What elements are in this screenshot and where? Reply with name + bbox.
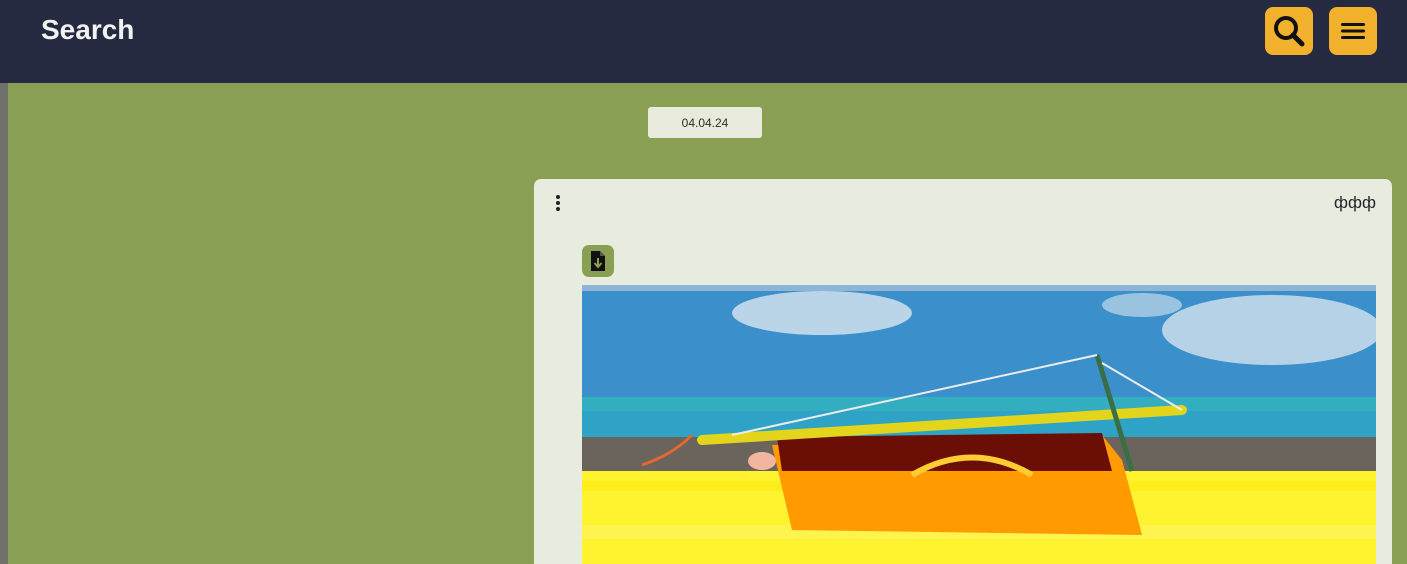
file-download-icon — [591, 251, 605, 271]
download-file-button[interactable] — [582, 245, 614, 277]
hamburger-menu-icon — [1341, 23, 1365, 39]
image-photo — [582, 285, 1376, 564]
kebab-dot — [556, 195, 560, 199]
top-bar: Search — [0, 0, 1407, 83]
menu-button[interactable] — [1329, 7, 1377, 55]
message-card[interactable]: ффф — [534, 179, 1392, 564]
message-options-button[interactable] — [550, 193, 566, 213]
page-title: Search — [41, 14, 135, 45]
kebab-dot — [556, 201, 560, 205]
date-separator: 04.04.24 — [648, 107, 762, 138]
kebab-dot — [556, 207, 560, 211]
search-icon — [1274, 16, 1305, 47]
left-scroll-edge — [0, 83, 8, 564]
message-sender: ффф — [1334, 193, 1376, 212]
message-image[interactable] — [582, 285, 1376, 564]
search-button[interactable] — [1265, 7, 1313, 55]
